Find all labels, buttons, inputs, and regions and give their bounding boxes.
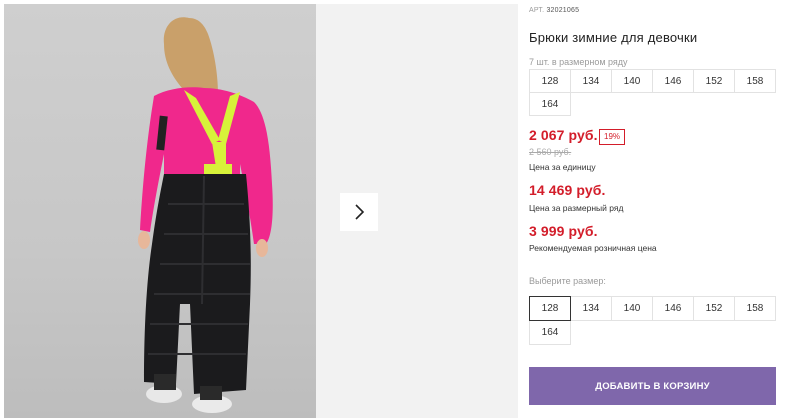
size-selector: 128 134 140 146 152 158 164 <box>529 296 781 345</box>
add-to-cart-button[interactable]: ДОБАВИТЬ В КОРЗИНУ <box>529 367 776 405</box>
size-row-cell: 164 <box>529 92 571 116</box>
size-row-cell: 158 <box>734 69 776 93</box>
chevron-right-icon <box>355 204 365 220</box>
article-number: АРТ. 32021065 <box>529 7 579 14</box>
product-title: Брюки зимние для девочки <box>529 30 698 45</box>
article-value: 32021065 <box>546 7 580 14</box>
product-photo[interactable] <box>4 4 316 418</box>
size-option-152[interactable]: 152 <box>693 296 735 321</box>
retail-price-caption: Рекомендуемая розничная цена <box>529 243 657 253</box>
article-label: АРТ. <box>529 7 545 14</box>
size-option-128[interactable]: 128 <box>529 296 571 321</box>
size-row-cell: 152 <box>693 69 735 93</box>
size-row-cell: 146 <box>652 69 694 93</box>
size-option-140[interactable]: 140 <box>611 296 653 321</box>
size-option-164[interactable]: 164 <box>529 320 571 345</box>
size-row-cell: 134 <box>570 69 612 93</box>
old-price: 2 560 руб. <box>529 147 572 157</box>
discount-badge: 19% <box>599 129 626 145</box>
size-row-table: 128 134 140 146 152 158 164 <box>529 69 781 116</box>
unit-price-caption: Цена за единицу <box>529 162 596 172</box>
product-gallery <box>0 0 518 418</box>
product-info: АРТ. 32021065 Брюки зимние для девочки 7… <box>529 0 781 418</box>
size-row-cell: 128 <box>529 69 571 93</box>
row-price: 14 469 руб. <box>529 182 606 198</box>
row-price-caption: Цена за размерный ряд <box>529 203 624 213</box>
size-option-146[interactable]: 146 <box>652 296 694 321</box>
choose-size-label: Выберите размер: <box>529 276 606 286</box>
size-row-cell: 140 <box>611 69 653 93</box>
size-option-134[interactable]: 134 <box>570 296 612 321</box>
unit-price: 2 067 руб. <box>529 127 598 143</box>
next-image-button[interactable] <box>340 193 378 231</box>
size-option-158[interactable]: 158 <box>734 296 776 321</box>
retail-price: 3 999 руб. <box>529 223 598 239</box>
product-page: АРТ. 32021065 Брюки зимние для девочки 7… <box>0 0 800 418</box>
product-photo-illustration <box>138 17 273 413</box>
size-row-note: 7 шт. в размерном ряду <box>529 57 628 67</box>
